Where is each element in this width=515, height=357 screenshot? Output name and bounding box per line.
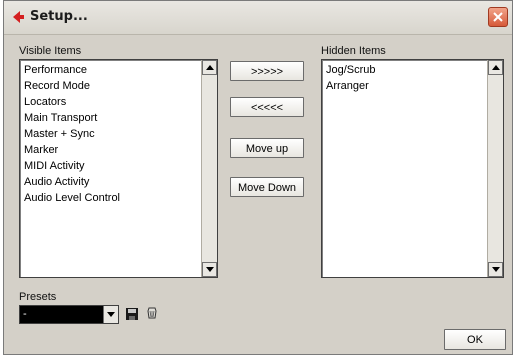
hidden-items-label: Hidden Items [321,45,386,57]
presets-dropdown-button[interactable] [103,306,118,323]
setup-dialog: Setup... Visible Items Performance Record… [3,0,513,355]
dialog-title: Setup... [30,9,88,24]
hidden-items-item[interactable]: Jog/Scrub [326,62,376,78]
save-icon[interactable] [124,306,140,322]
chevron-up-icon [206,65,214,70]
hidden-items-scrollbar[interactable] [487,60,503,277]
presets-selected-value: - [23,308,27,320]
chevron-down-icon [206,267,214,272]
visible-items-list[interactable]: Performance Record Mode Locators Main Trans… [19,59,218,278]
visible-items-item[interactable]: Record Mode [24,78,90,94]
visible-items-label: Visible Items [19,45,82,57]
chevron-down-icon [107,312,115,317]
presets-dropdown[interactable]: - [19,305,119,324]
visible-items-item[interactable]: Performance [24,62,87,78]
title-bar[interactable]: Setup... [4,1,512,35]
close-button[interactable] [488,7,508,27]
visible-items-item[interactable]: Marker [24,142,58,158]
ok-button[interactable]: OK [444,329,506,350]
visible-items-scrollbar[interactable] [201,60,217,277]
visible-items-item[interactable]: Audio Level Control [24,190,120,206]
visible-items-item[interactable]: Locators [24,94,66,110]
move-to-hidden-button[interactable]: >>>>> [230,61,304,81]
hidden-items-list[interactable]: Jog/Scrub Arranger [321,59,504,278]
delete-icon[interactable] [144,305,160,321]
chevron-down-icon [492,267,500,272]
scroll-up-button[interactable] [488,60,503,75]
presets-label: Presets [19,291,57,303]
move-to-visible-button[interactable]: <<<<< [230,97,304,117]
app-logo-icon [13,11,24,23]
scroll-down-button[interactable] [488,262,503,277]
visible-items-item[interactable]: Master + Sync [24,126,95,142]
move-up-button[interactable]: Move up [230,138,304,158]
visible-items-item[interactable]: Main Transport [24,110,97,126]
move-down-button[interactable]: Move Down [230,177,304,197]
scroll-down-button[interactable] [202,262,217,277]
hidden-items-item[interactable]: Arranger [326,78,369,94]
visible-items-item[interactable]: MIDI Activity [24,158,85,174]
chevron-up-icon [492,65,500,70]
close-icon [493,12,503,22]
scroll-up-button[interactable] [202,60,217,75]
visible-items-item[interactable]: Audio Activity [24,174,89,190]
